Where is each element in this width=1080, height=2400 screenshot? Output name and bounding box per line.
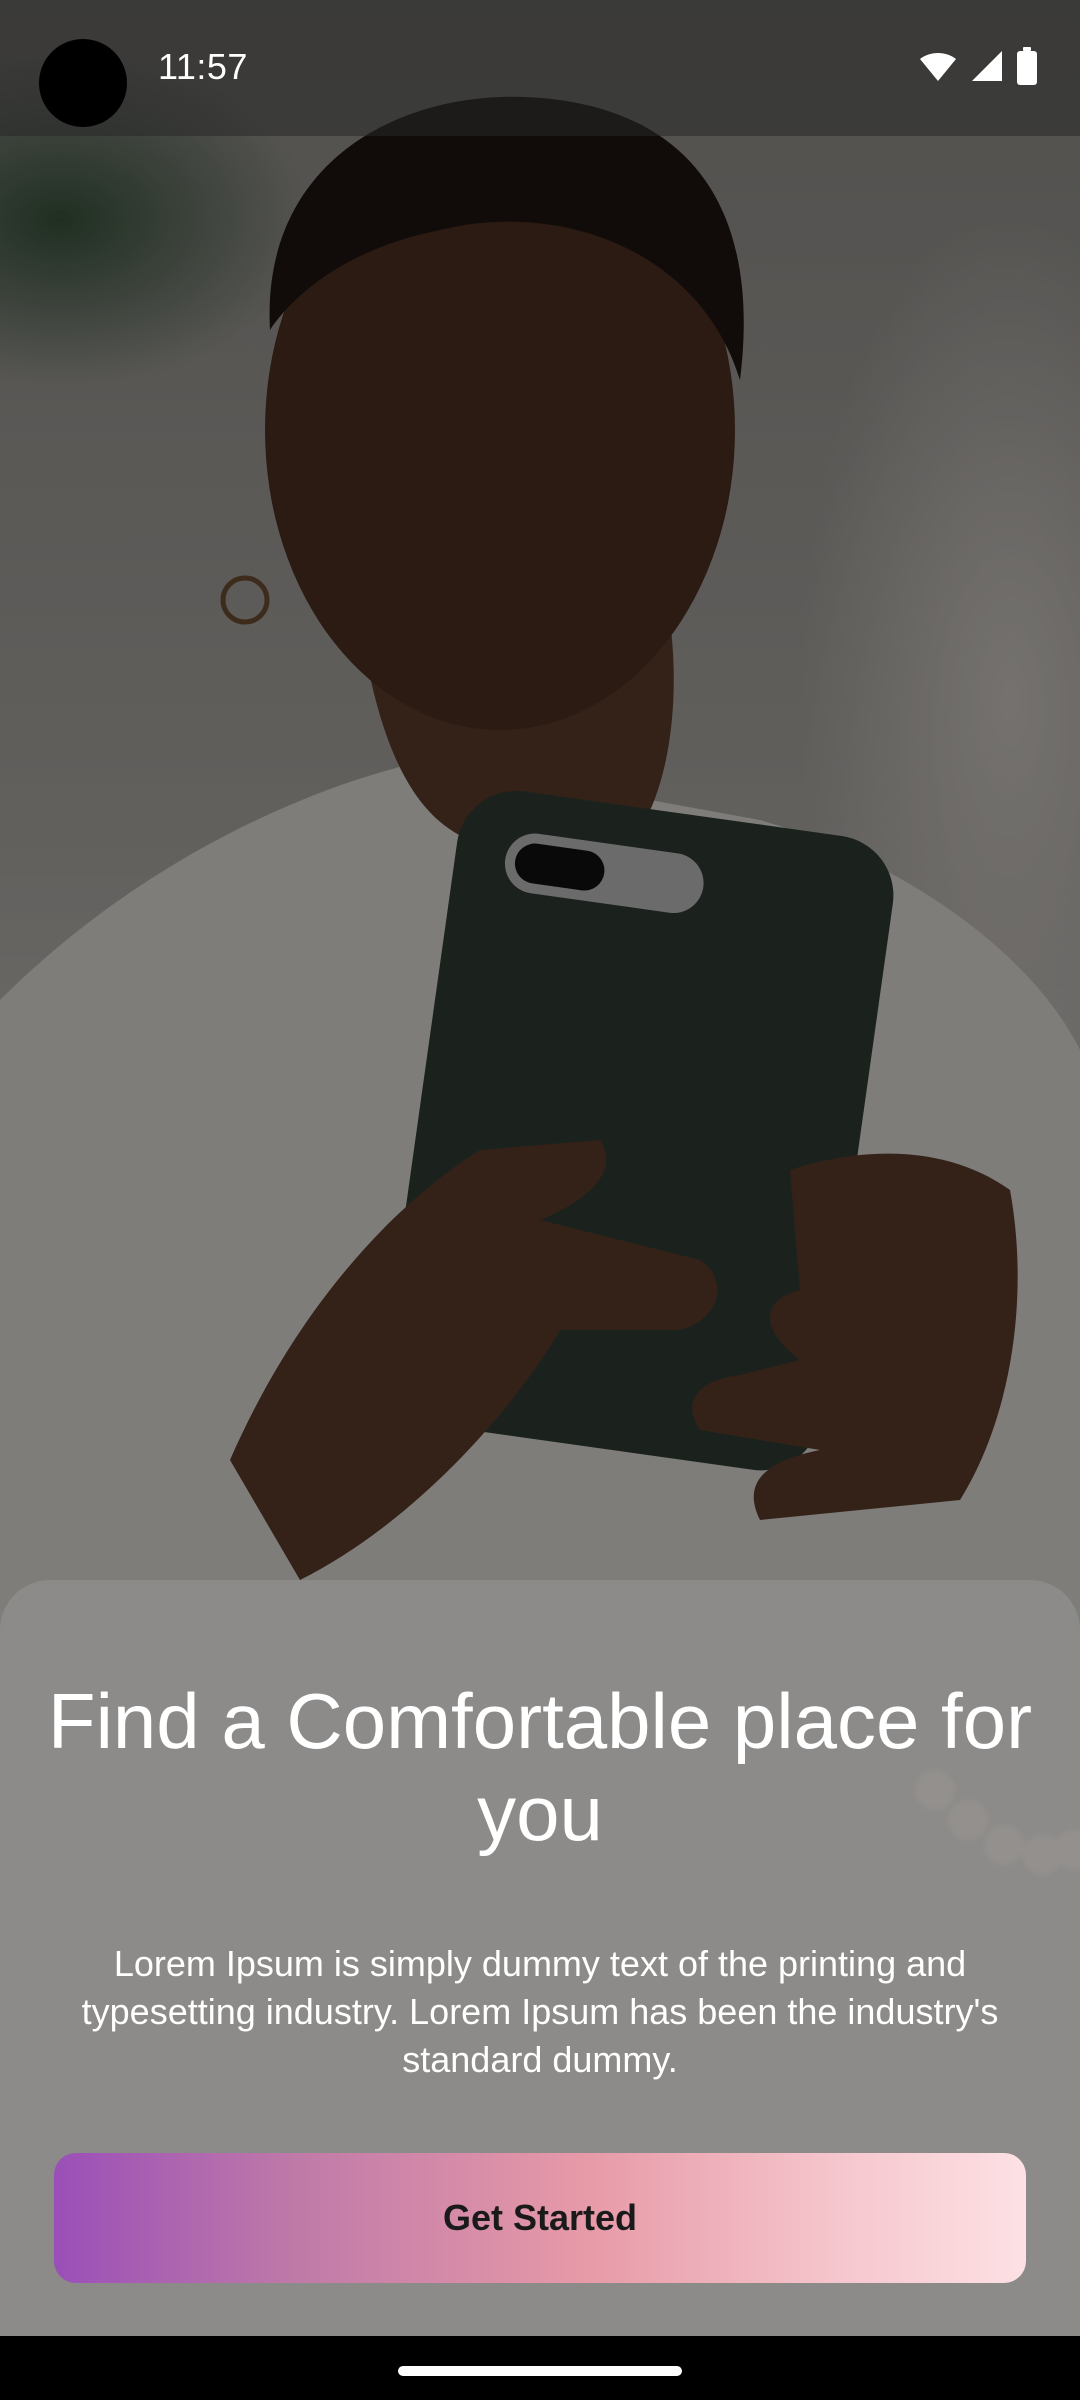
status-time: 11:57	[158, 46, 248, 87]
onboarding-title: Find a Comfortable place for you	[47, 1677, 1033, 1857]
status-icons	[918, 46, 1038, 90]
battery-icon	[1016, 46, 1038, 90]
camera-cutout	[39, 39, 127, 127]
signal-icon	[970, 49, 1004, 88]
get-started-button[interactable]: Get Started	[54, 2153, 1026, 2283]
onboarding-description: Lorem Ipsum is simply dummy text of the …	[81, 1943, 999, 2080]
wifi-icon	[918, 49, 958, 88]
home-indicator[interactable]	[398, 2366, 682, 2376]
status-bar: 11:57	[0, 0, 1080, 136]
onboarding-screen: 11:57 Find a Comfortable place for you L…	[0, 0, 1080, 2400]
